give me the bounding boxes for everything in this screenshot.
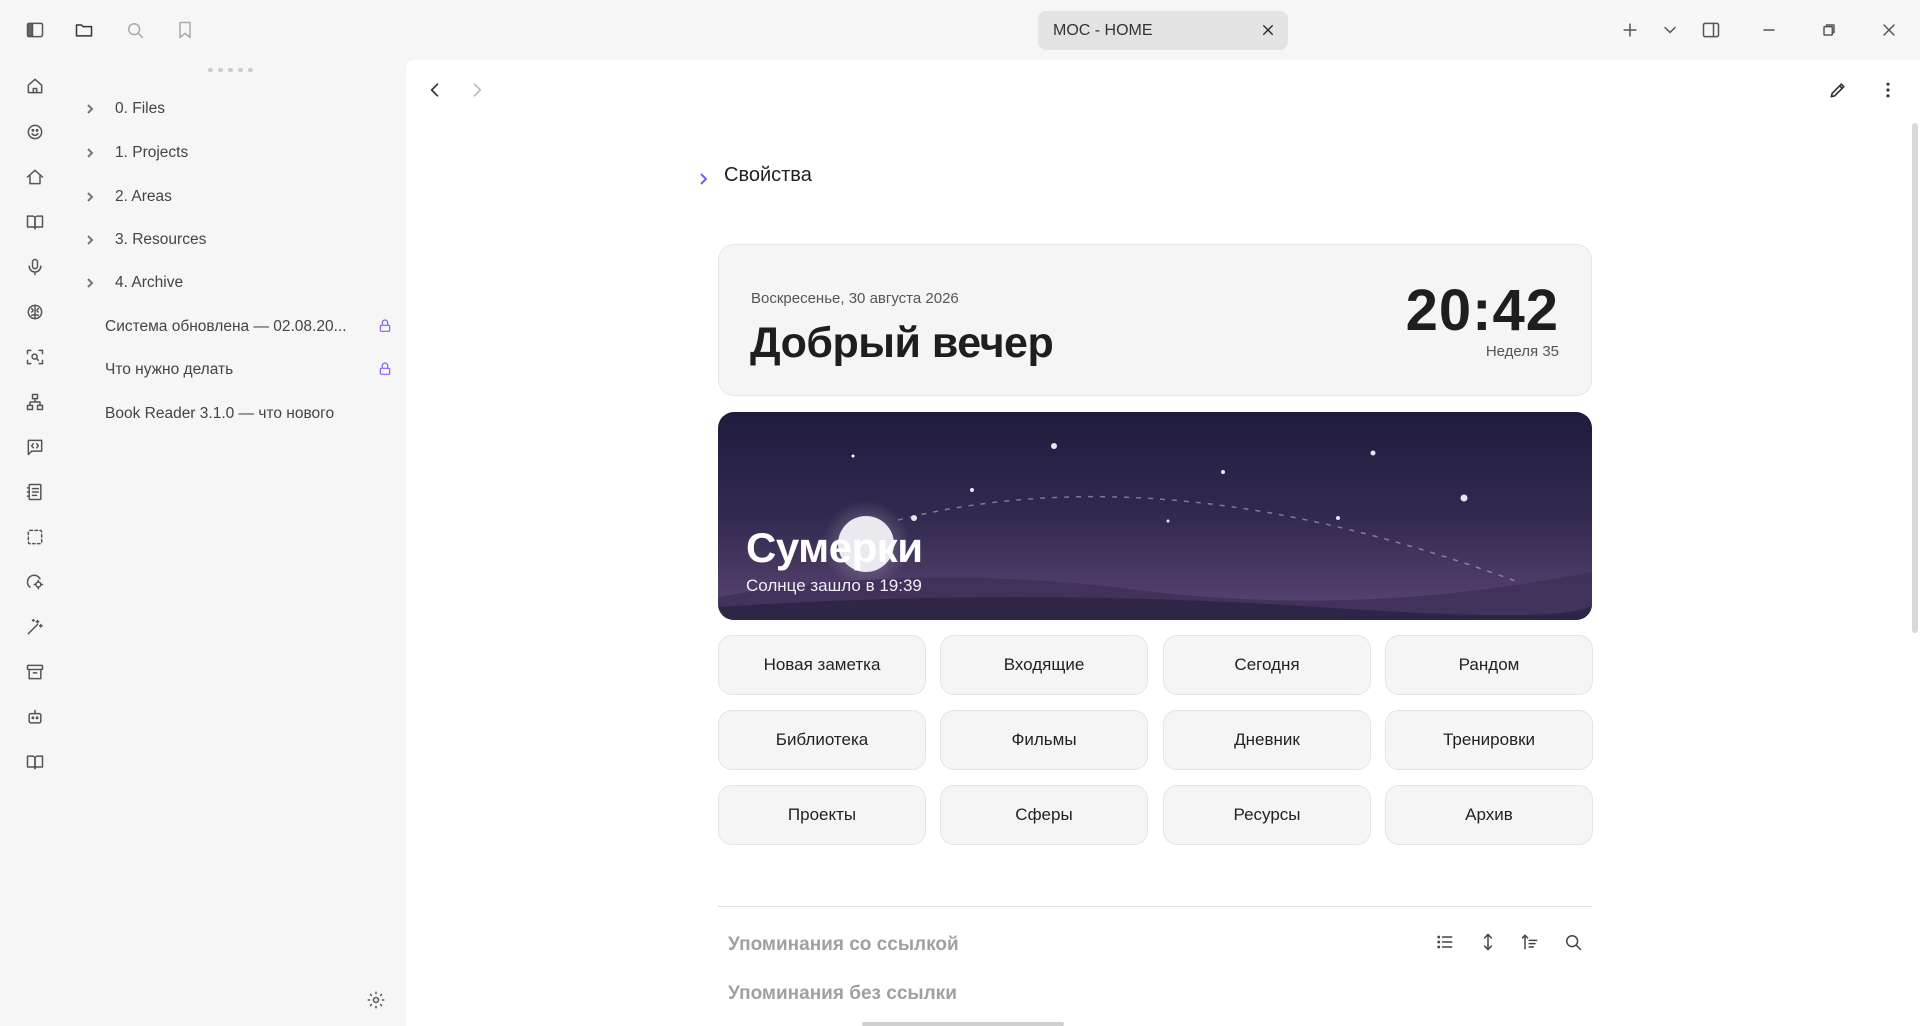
projects-button[interactable]: Проекты <box>718 785 926 845</box>
bookmark-icon[interactable] <box>173 18 197 42</box>
file-label: Система обновлена — 02.08.20... <box>105 318 347 335</box>
chevron-down-icon[interactable] <box>1658 18 1682 42</box>
search-mentions-icon[interactable] <box>1561 930 1585 954</box>
folder-item[interactable]: 3. Resources <box>80 225 390 255</box>
archive-icon[interactable] <box>23 660 47 684</box>
journal-button[interactable]: Дневник <box>1163 710 1371 770</box>
linked-mentions-header[interactable]: Упоминания со ссылкой <box>728 934 959 956</box>
archive-button[interactable]: Архив <box>1385 785 1593 845</box>
movies-button[interactable]: Фильмы <box>940 710 1148 770</box>
ribbon <box>0 60 70 1026</box>
folder-item[interactable]: 4. Archive <box>80 268 390 298</box>
file-item[interactable]: Book Reader 3.1.0 — что нового <box>105 399 395 429</box>
edit-pencil-icon[interactable] <box>1826 78 1850 102</box>
close-window-icon[interactable] <box>1877 18 1901 42</box>
sunset-time: Солнце зашло в 19:39 <box>746 576 922 595</box>
message-code-icon[interactable] <box>23 435 47 459</box>
file-label: Что нужно делать <box>105 361 234 378</box>
brain-cog-icon[interactable] <box>23 570 47 594</box>
today-button[interactable]: Сегодня <box>1163 635 1371 695</box>
title-bar: MOC - HOME <box>0 0 1920 60</box>
unlinked-mentions-header[interactable]: Упоминания без ссылки <box>728 983 957 1005</box>
dashed-square-icon[interactable] <box>23 525 47 549</box>
drag-handle[interactable] <box>208 68 254 72</box>
file-item[interactable]: Система обновлена — 02.08.20... <box>105 312 395 342</box>
divider <box>718 906 1592 907</box>
settings-gear-icon[interactable] <box>366 990 390 1014</box>
search-icon[interactable] <box>123 18 147 42</box>
new-note-button[interactable]: Новая заметка <box>718 635 926 695</box>
right-sidebar-toggle-icon[interactable] <box>1699 18 1723 42</box>
library-button[interactable]: Библиотека <box>718 710 926 770</box>
folder-label: 4. Archive <box>115 274 184 291</box>
tab-moc-home[interactable]: MOC - HOME <box>1038 11 1288 50</box>
microphone-icon[interactable] <box>23 255 47 279</box>
lock-icon <box>377 318 395 336</box>
expand-vertical-icon[interactable] <box>1476 930 1500 954</box>
file-item[interactable]: Что нужно делать <box>105 355 395 385</box>
book-reader-icon[interactable] <box>23 750 47 774</box>
sort-icon[interactable] <box>1518 930 1542 954</box>
file-label: Book Reader 3.1.0 — что нового <box>105 405 335 422</box>
folder-icon[interactable] <box>72 18 96 42</box>
folder-label: 1. Projects <box>115 144 189 161</box>
chevron-right-icon <box>80 230 100 250</box>
greeting-card: Воскресенье, 30 августа 2026 Добрый вече… <box>718 244 1592 396</box>
clock-time: 20:42 <box>1405 278 1559 343</box>
inbox-button[interactable]: Входящие <box>940 635 1148 695</box>
network-icon[interactable] <box>23 390 47 414</box>
chevron-right-icon <box>80 273 100 293</box>
home-icon[interactable] <box>23 74 47 98</box>
back-arrow-icon[interactable] <box>423 78 447 102</box>
sidebar-toggle-icon[interactable] <box>23 18 47 42</box>
resources-button[interactable]: Ресурсы <box>1163 785 1371 845</box>
properties-label: Свойства <box>724 164 812 186</box>
smile-icon[interactable] <box>23 120 47 144</box>
chevron-right-icon <box>80 99 100 119</box>
brain-icon[interactable] <box>23 300 47 324</box>
forward-arrow-icon[interactable] <box>465 78 489 102</box>
greeting-date: Воскресенье, 30 августа 2026 <box>751 290 959 307</box>
scan-search-icon[interactable] <box>23 345 47 369</box>
bot-icon[interactable] <box>23 705 47 729</box>
note-view: Свойства Воскресенье, 30 августа 2026 До… <box>406 60 1920 1026</box>
folder-item[interactable]: 1. Projects <box>80 138 390 168</box>
lock-icon <box>377 361 395 379</box>
house-icon[interactable] <box>23 165 47 189</box>
book-open-icon[interactable] <box>23 210 47 234</box>
tab-title: MOC - HOME <box>1053 21 1153 39</box>
folder-label: 2. Areas <box>115 188 172 205</box>
new-tab-icon[interactable] <box>1618 18 1642 42</box>
horizontal-scrollbar[interactable] <box>862 1022 1064 1026</box>
week-number: Неделя 35 <box>1485 343 1559 360</box>
close-tab-icon[interactable] <box>1258 20 1278 40</box>
folder-label: 0. Files <box>115 100 165 117</box>
list-icon[interactable] <box>1433 930 1457 954</box>
chevron-right-icon <box>80 143 100 163</box>
workouts-button[interactable]: Тренировки <box>1385 710 1593 770</box>
chevron-right-icon <box>80 187 100 207</box>
folder-item[interactable]: 2. Areas <box>80 182 390 212</box>
sky-title: Сумерки <box>746 524 923 571</box>
file-explorer: 0. Files 1. Projects 2. Areas 3. Resourc… <box>70 60 406 1026</box>
greeting-title: Добрый вечер <box>750 319 1054 367</box>
areas-button[interactable]: Сферы <box>940 785 1148 845</box>
restore-icon[interactable] <box>1817 18 1841 42</box>
folder-item[interactable]: 0. Files <box>80 94 390 124</box>
minimize-icon[interactable] <box>1757 18 1781 42</box>
vertical-scrollbar[interactable] <box>1912 123 1918 633</box>
notebook-icon[interactable] <box>23 480 47 504</box>
random-button[interactable]: Рандом <box>1385 635 1593 695</box>
magic-wand-icon[interactable] <box>23 615 47 639</box>
folder-label: 3. Resources <box>115 231 207 248</box>
more-options-icon[interactable] <box>1876 78 1900 102</box>
sky-banner: Сумерки Солнце зашло в 19:39 <box>718 412 1592 620</box>
chevron-right-icon <box>698 169 712 185</box>
properties-toggle[interactable]: Свойства <box>698 164 812 187</box>
